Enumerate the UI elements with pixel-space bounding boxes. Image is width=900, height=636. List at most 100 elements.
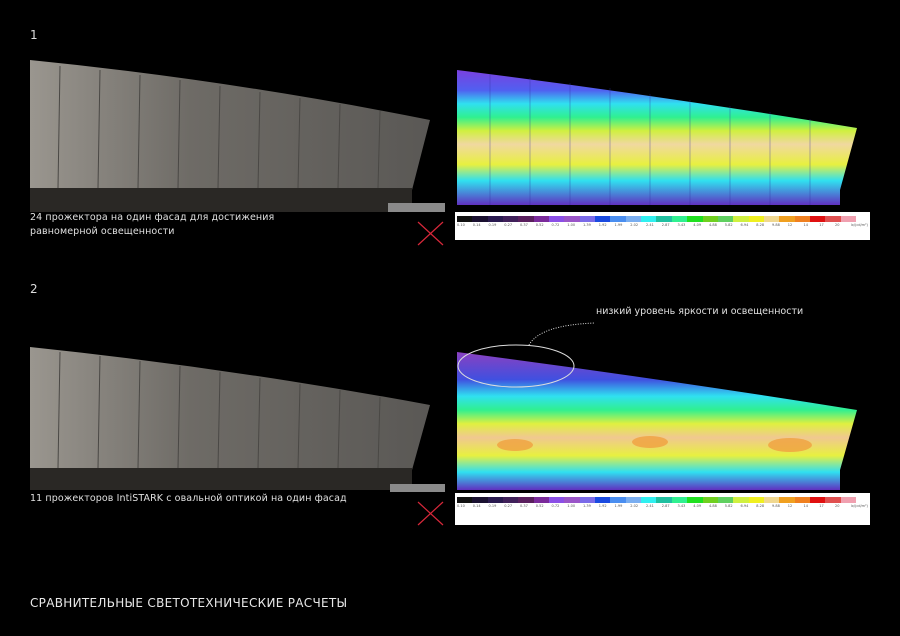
scale-value: 0.19 xyxy=(488,223,497,227)
color-swatch xyxy=(487,216,504,222)
caption-line: равномерной освещенности xyxy=(30,226,175,237)
scale-value: 0.14 xyxy=(472,223,481,227)
scale-value: 0.27 xyxy=(504,223,513,227)
scale-value: 0.19 xyxy=(488,504,497,508)
color-swatch xyxy=(472,497,488,503)
color-swatch xyxy=(564,497,580,503)
color-swatch xyxy=(779,216,795,222)
scale-value: 0.10 xyxy=(457,504,465,508)
color-swatch xyxy=(487,497,504,503)
color-bar xyxy=(457,497,856,503)
color-scale-legend: 0.10 0.14 0.19 0.27 0.37 0.52 0.72 1.00 1.39 1.92… xyxy=(455,493,870,525)
color-bar xyxy=(457,216,856,222)
scale-value: 1.92 xyxy=(598,504,607,508)
scale-value: 5.82 xyxy=(724,504,733,508)
false-color-render xyxy=(457,352,857,490)
color-swatch xyxy=(702,216,718,222)
color-scale-legend: 0.10 0.14 0.19 0.27 0.37 0.52 0.72 1.00 1.39 1.92… xyxy=(455,212,870,240)
color-swatch xyxy=(656,216,672,222)
color-swatch xyxy=(748,216,764,222)
color-swatch xyxy=(533,216,550,222)
scale-value: 8.28 xyxy=(756,504,765,508)
color-swatch xyxy=(717,497,734,503)
color-swatch xyxy=(733,216,749,222)
color-swatch xyxy=(595,216,611,222)
color-swatch xyxy=(503,497,519,503)
scale-value: 14 xyxy=(803,504,808,508)
facade-photo xyxy=(30,60,445,212)
color-swatch xyxy=(840,497,856,503)
caption-line: 24 прожектора на один фасад для достижен… xyxy=(30,212,275,223)
scale-value: 12 xyxy=(787,504,793,508)
scale-value: 6.94 xyxy=(740,504,749,508)
red-cross-icon xyxy=(417,221,444,246)
scale-value: 4.88 xyxy=(709,223,717,227)
section-number: 2 xyxy=(30,282,38,296)
scale-value: 14 xyxy=(803,223,808,227)
scale-value: 17 xyxy=(819,504,824,508)
scale-value: lx/(cd/m²) xyxy=(850,223,868,227)
scale-value: 1.99 xyxy=(614,223,623,227)
color-scale-values: 0.10 0.14 0.19 0.27 0.37 0.52 0.72 1.00 1.39 1.92… xyxy=(457,223,868,227)
scale-value: 9.88 xyxy=(772,504,780,508)
color-swatch xyxy=(457,216,473,222)
color-swatch xyxy=(564,216,580,222)
color-swatch xyxy=(825,216,841,222)
section-caption: 11 прожекторов IntiSTARK с овальной опти… xyxy=(30,492,347,506)
color-swatch xyxy=(610,497,626,503)
color-swatch xyxy=(794,216,810,222)
color-swatch xyxy=(641,216,657,222)
color-swatch xyxy=(671,216,688,222)
color-swatch xyxy=(533,497,550,503)
color-swatch xyxy=(687,497,703,503)
scale-value: 1.39 xyxy=(583,504,591,508)
scale-value: 1.99 xyxy=(614,504,623,508)
color-swatch xyxy=(518,216,534,222)
caption-line: 11 прожекторов IntiSTARK с овальной опти… xyxy=(30,493,347,504)
color-swatch xyxy=(625,216,642,222)
scale-value: 20 xyxy=(835,504,840,508)
scale-value: 0.37 xyxy=(520,504,528,508)
facade-photo xyxy=(30,347,445,492)
color-swatch xyxy=(763,497,780,503)
color-swatch xyxy=(748,497,764,503)
scale-value: 5.82 xyxy=(724,223,733,227)
color-swatch xyxy=(579,497,596,503)
scale-value: 0.72 xyxy=(551,504,560,508)
section-1-graphics xyxy=(30,60,857,526)
scale-value: 0.37 xyxy=(520,223,528,227)
color-swatch xyxy=(687,216,703,222)
color-swatch xyxy=(595,497,611,503)
scale-value: 0.27 xyxy=(504,504,513,508)
color-swatch xyxy=(702,497,718,503)
section-caption: 24 прожектора на один фасад для достижен… xyxy=(30,211,274,239)
scale-value: 1.39 xyxy=(583,223,591,227)
scale-value: 3.43 xyxy=(677,504,686,508)
color-scale-values: 0.10 0.14 0.19 0.27 0.37 0.52 0.72 1.00 1.39 1.92… xyxy=(457,504,868,508)
scale-value: 0.52 xyxy=(535,504,544,508)
color-swatch xyxy=(472,216,488,222)
scale-value: 9.88 xyxy=(772,223,780,227)
scale-value: 12 xyxy=(787,223,793,227)
color-swatch xyxy=(625,497,642,503)
color-swatch xyxy=(794,497,810,503)
red-cross-icon xyxy=(417,501,444,526)
scale-value: 8.28 xyxy=(756,223,765,227)
color-swatch xyxy=(840,216,856,222)
scale-value: 20 xyxy=(835,223,840,227)
scale-value: 6.94 xyxy=(740,223,749,227)
color-swatch xyxy=(549,497,565,503)
scale-value: 2.02 xyxy=(630,223,639,227)
scale-value: 4.09 xyxy=(693,223,702,227)
color-swatch xyxy=(809,497,826,503)
scale-value: 1.00 xyxy=(567,504,576,508)
scale-value: 17 xyxy=(819,223,824,227)
color-swatch xyxy=(733,497,749,503)
color-swatch xyxy=(763,216,780,222)
scale-value: 1.92 xyxy=(598,223,607,227)
color-swatch xyxy=(610,216,626,222)
color-swatch xyxy=(779,497,795,503)
scale-value: 4.88 xyxy=(709,504,717,508)
page-title: СРАВНИТЕЛЬНЫЕ СВЕТОТЕХНИЧЕСКИЕ РАСЧЕТЫ xyxy=(30,596,348,610)
color-swatch xyxy=(671,497,688,503)
